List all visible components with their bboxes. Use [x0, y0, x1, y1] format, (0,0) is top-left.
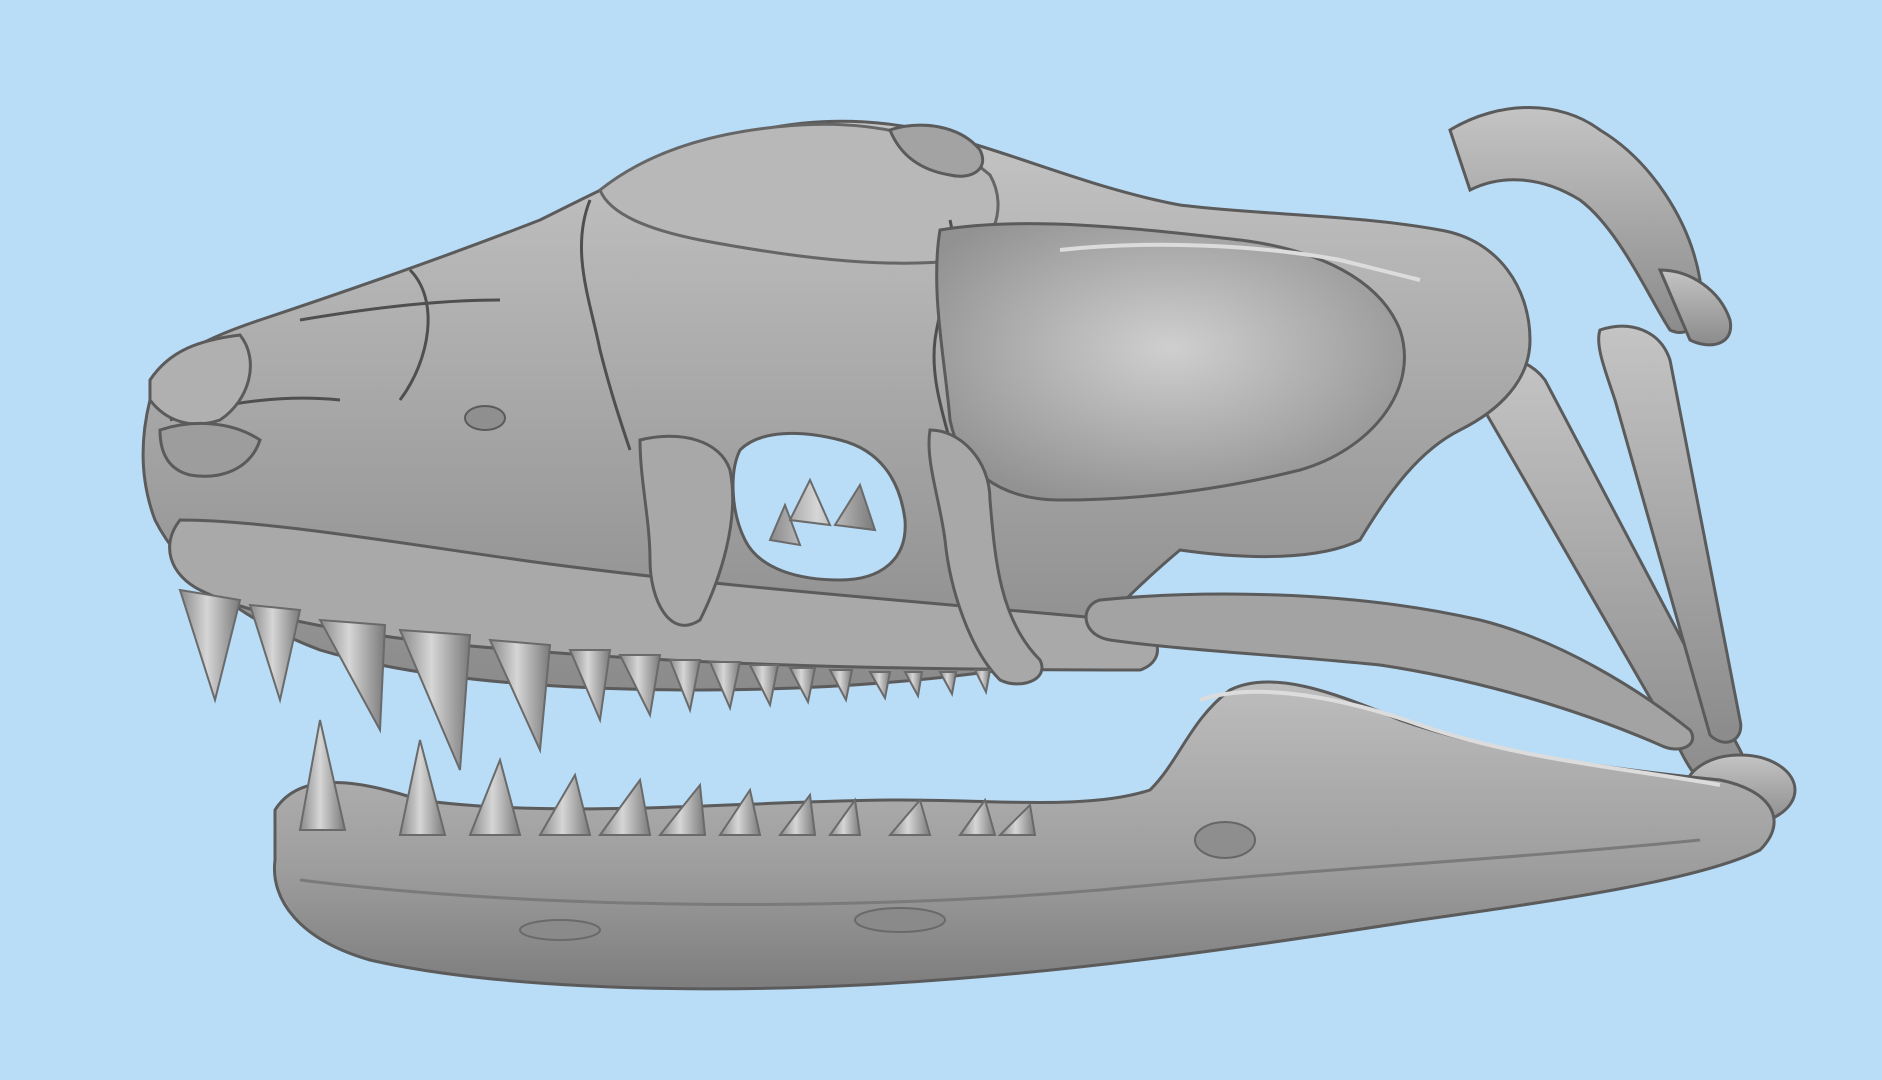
skull-model[interactable] [0, 0, 1882, 1080]
3d-viewport[interactable] [0, 0, 1882, 1080]
